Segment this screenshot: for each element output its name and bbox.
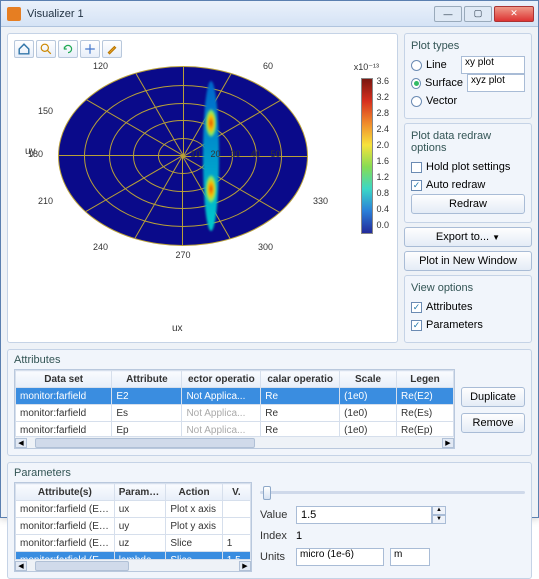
value-label: Value <box>260 509 290 521</box>
col-header[interactable]: Attribute(s) <box>16 484 115 501</box>
surface-radio[interactable] <box>411 78 421 89</box>
duplicate-button[interactable]: Duplicate <box>461 387 525 407</box>
parameters-table: Attribute(s)ParameterActionV. monitor:fa… <box>15 483 251 569</box>
units-combo-2[interactable]: m <box>390 548 430 566</box>
units-combo-1[interactable]: micro (1e-6) <box>296 548 384 566</box>
parameter-editor: Value ▲ ▼ Index 1 <box>260 482 525 572</box>
scroll-left-icon[interactable]: ◀ <box>15 561 27 571</box>
side-pane: Plot types Line xy plot Surface xyz plot… <box>404 33 532 343</box>
hold-label: Hold plot settings <box>426 161 510 173</box>
minimize-button[interactable]: — <box>434 6 462 22</box>
maximize-button[interactable]: ▢ <box>464 6 492 22</box>
table-row[interactable]: monitor:farfield (E2), ...uyPlot y axis <box>16 518 251 535</box>
table-row[interactable]: monitor:farfield (E2), ...uxPlot x axis <box>16 501 251 518</box>
col-header[interactable]: Action <box>166 484 222 501</box>
home-icon[interactable] <box>14 40 34 58</box>
titlebar[interactable]: Visualizer 1 — ▢ ✕ <box>1 1 538 27</box>
export-button[interactable]: Export to... ▼ <box>404 227 532 247</box>
app-icon <box>7 7 21 21</box>
scroll-right-icon[interactable]: ▶ <box>442 438 454 448</box>
parameters-title: Parameters <box>14 467 525 479</box>
new-window-button[interactable]: Plot in New Window <box>404 251 532 271</box>
scroll-left-icon[interactable]: ◀ <box>15 438 27 448</box>
remove-button[interactable]: Remove <box>461 413 525 433</box>
table-row[interactable]: monitor:farfieldEsNot Applica...Re(1e0)R… <box>16 405 454 422</box>
attributes-checkbox[interactable] <box>411 302 422 313</box>
col-header[interactable]: ector operatio <box>182 371 261 388</box>
parameters-label: Parameters <box>426 319 483 331</box>
redraw-group: Plot data redraw options Hold plot setti… <box>404 123 532 223</box>
units-label: Units <box>260 551 290 563</box>
polar-plot: 60 90 120 150 180 210 240 270 300 330 10… <box>58 66 308 246</box>
close-button[interactable]: ✕ <box>494 6 534 22</box>
edit-icon[interactable] <box>102 40 122 58</box>
line-radio[interactable] <box>411 60 422 71</box>
table-row[interactable]: monitor:farfield (E2), ...uzSlice1 <box>16 535 251 552</box>
parameters-section: Parameters Attribute(s)ParameterActionV.… <box>7 462 532 579</box>
app-window: Visualizer 1 — ▢ ✕ x10⁻¹³ <box>0 0 539 518</box>
window-title: Visualizer 1 <box>27 8 432 20</box>
auto-redraw-label: Auto redraw <box>426 179 485 191</box>
colorbar-exponent: x10⁻¹³ <box>354 62 379 73</box>
vector-label: Vector <box>426 95 525 107</box>
plot-types-group: Plot types Line xy plot Surface xyz plot… <box>404 33 532 119</box>
col-header[interactable]: Scale <box>340 371 397 388</box>
colorbar <box>361 78 373 234</box>
line-combo[interactable]: xy plot <box>461 56 525 74</box>
y-axis-label: uy <box>25 146 36 157</box>
plot-toolbar <box>12 38 393 60</box>
attr-hscroll[interactable]: ◀ ▶ <box>15 436 454 448</box>
attributes-title: Attributes <box>14 354 525 366</box>
attributes-table: Data setAttributeector operatiocalar ope… <box>15 370 454 439</box>
scroll-thumb[interactable] <box>35 561 129 571</box>
parameters-checkbox[interactable] <box>411 320 422 331</box>
line-label: Line <box>426 59 457 71</box>
attributes-section: Attributes Data setAttributeector operat… <box>7 349 532 456</box>
col-header[interactable]: Legen <box>397 371 454 388</box>
vector-radio[interactable] <box>411 96 422 107</box>
scroll-thumb[interactable] <box>35 438 255 448</box>
pan-icon[interactable] <box>80 40 100 58</box>
attributes-label: Attributes <box>426 301 472 313</box>
parameters-table-wrap[interactable]: Attribute(s)ParameterActionV. monitor:fa… <box>14 482 252 572</box>
index-label: Index <box>260 530 290 542</box>
plot-area[interactable]: x10⁻¹³ <box>22 60 389 332</box>
auto-redraw-checkbox[interactable] <box>411 180 422 191</box>
dropdown-icon: ▼ <box>492 233 500 242</box>
attributes-table-wrap[interactable]: Data setAttributeector operatiocalar ope… <box>14 369 455 449</box>
zoom-icon[interactable] <box>36 40 56 58</box>
index-value: 1 <box>296 530 302 542</box>
surface-combo[interactable]: xyz plot <box>467 74 525 92</box>
param-hscroll[interactable]: ◀ ▶ <box>15 559 251 571</box>
value-input[interactable] <box>296 506 432 524</box>
plot-pane: x10⁻¹³ <box>7 33 398 343</box>
view-title: View options <box>411 282 525 294</box>
hold-checkbox[interactable] <box>411 162 422 173</box>
redraw-title: Plot data redraw options <box>411 130 525 154</box>
col-header[interactable]: V. <box>222 484 250 501</box>
x-axis-label: ux <box>172 323 183 334</box>
col-header[interactable]: Attribute <box>112 371 182 388</box>
col-header[interactable]: Parameter <box>114 484 166 501</box>
redraw-button[interactable]: Redraw <box>411 194 525 214</box>
col-header[interactable]: Data set <box>16 371 112 388</box>
table-row[interactable]: monitor:farfieldE2Not Applica...Re(1e0)R… <box>16 388 454 405</box>
view-options-group: View options Attributes Parameters <box>404 275 532 343</box>
value-down-icon[interactable]: ▼ <box>432 515 446 524</box>
surface-label: Surface <box>425 77 463 89</box>
col-header[interactable]: calar operatio <box>261 371 340 388</box>
value-up-icon[interactable]: ▲ <box>432 506 446 515</box>
scroll-right-icon[interactable]: ▶ <box>239 561 251 571</box>
plot-types-title: Plot types <box>411 40 525 52</box>
value-slider[interactable] <box>260 484 525 500</box>
reset-icon[interactable] <box>58 40 78 58</box>
